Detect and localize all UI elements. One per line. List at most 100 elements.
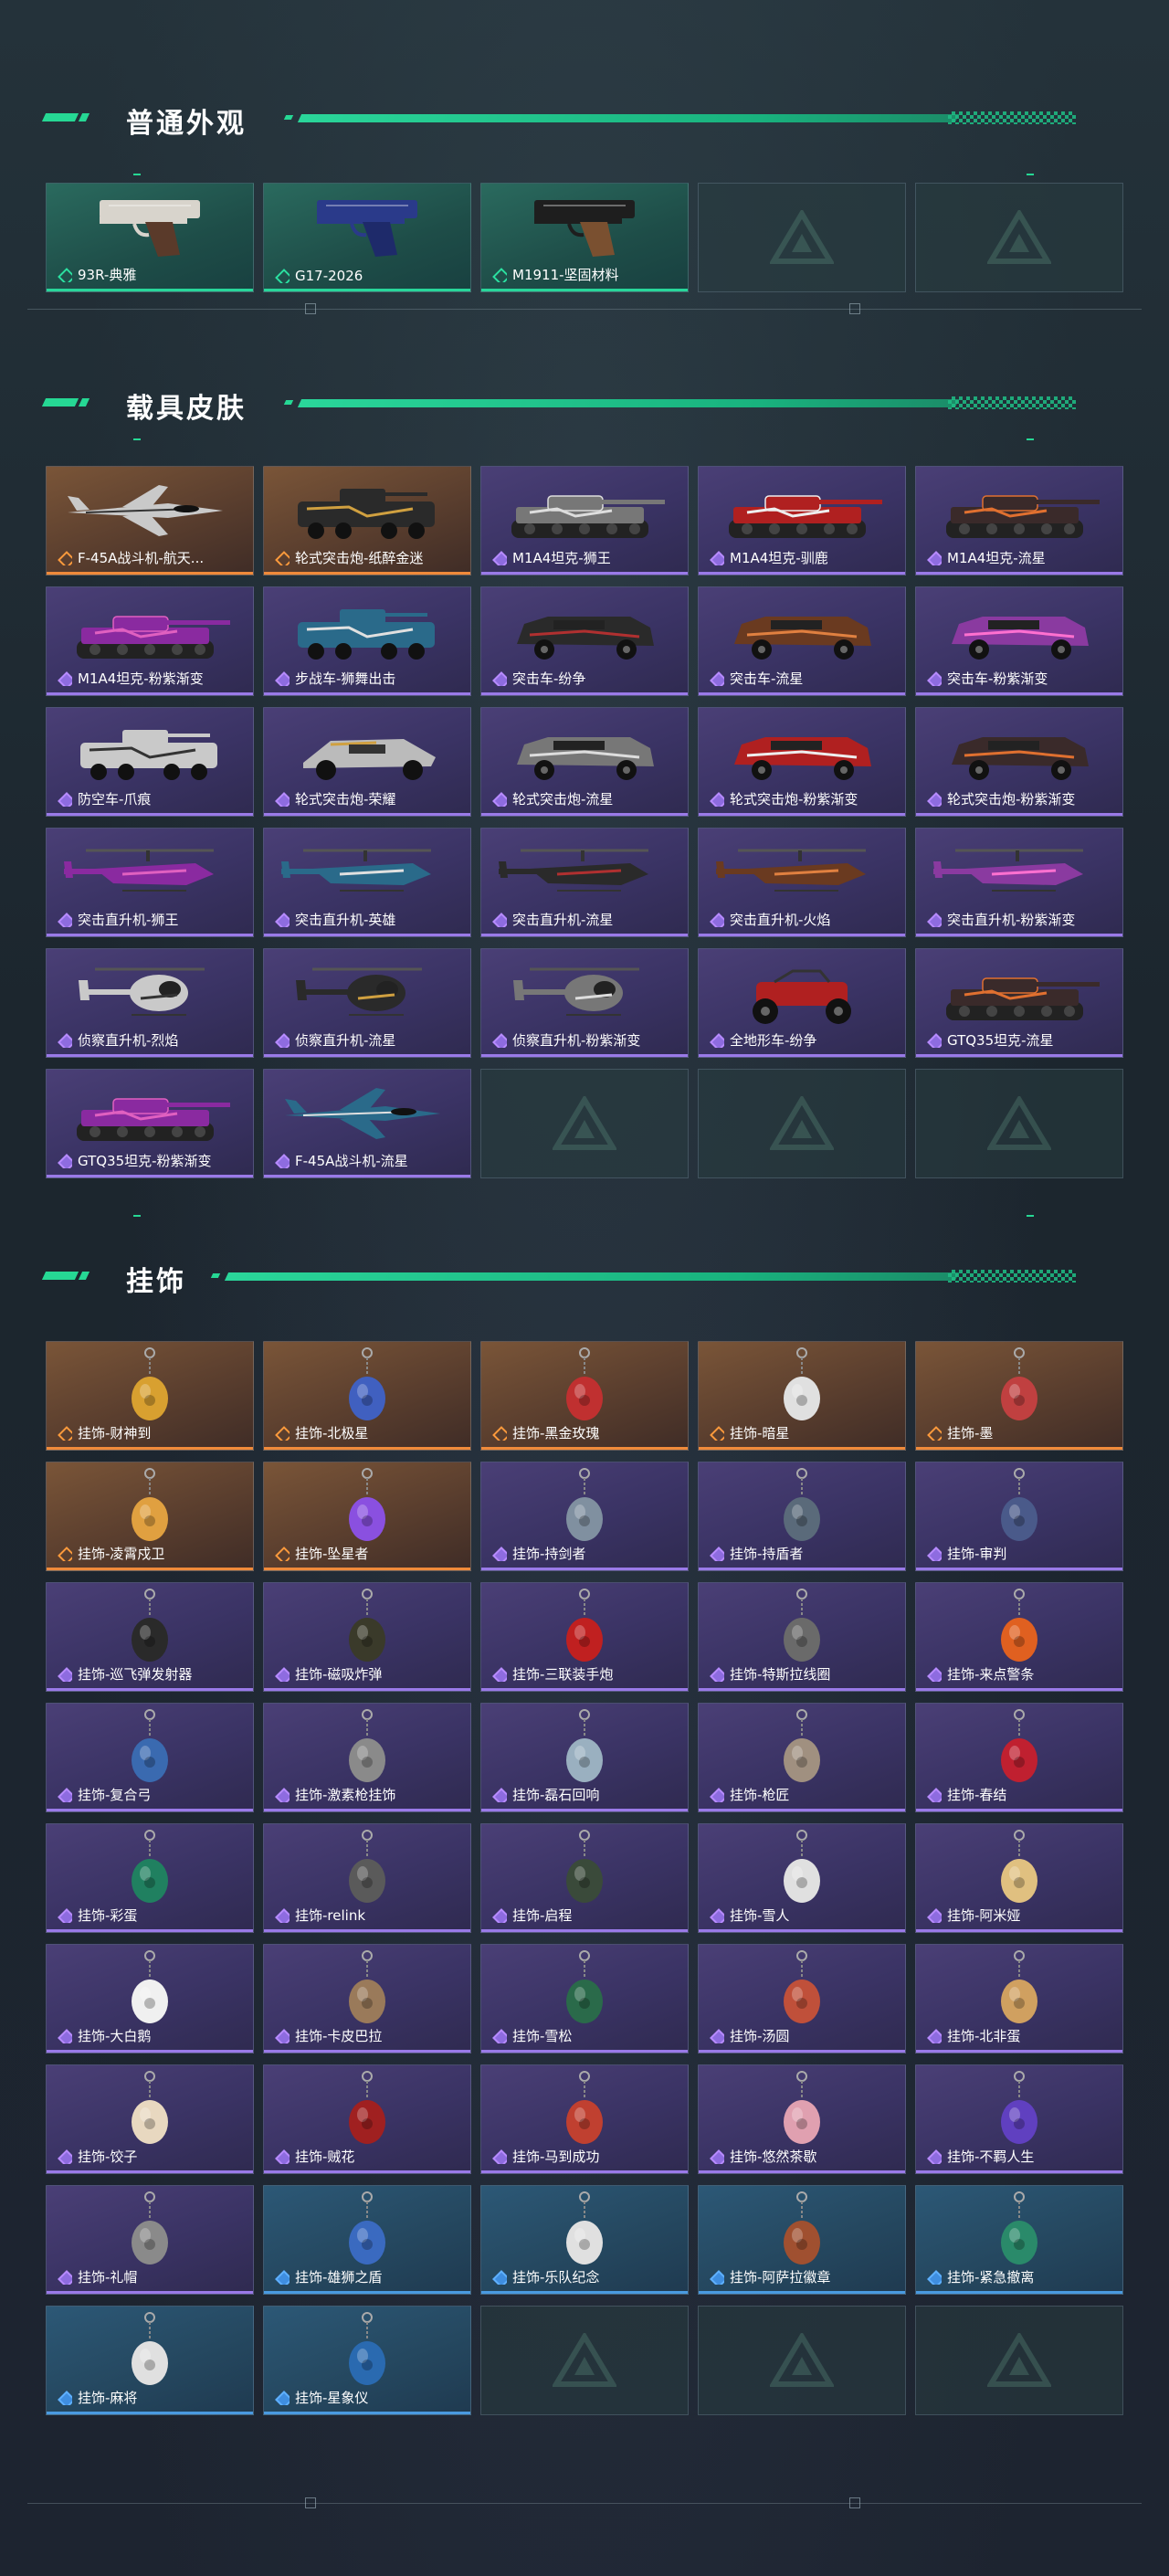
charms-item-card[interactable]: 挂饰-乐队纪念 (480, 2185, 689, 2295)
vehicle-image (58, 838, 241, 913)
vehicles-item-card[interactable]: 突击直升机-英雄 (263, 828, 471, 937)
vehicles-item-card[interactable]: M1A4坦克-流星 (915, 466, 1123, 575)
charms-item-card[interactable]: 挂饰-relink (263, 1823, 471, 1933)
charms-item-card[interactable]: 挂饰-审判 (915, 1462, 1123, 1571)
charms-item-card[interactable]: 挂饰-阿米娅 (915, 1823, 1123, 1933)
vehicles-item-card[interactable]: 轮式突击炮-流星 (480, 707, 689, 817)
charms-item-card[interactable]: 挂饰-复合弓 (46, 1703, 254, 1812)
item-name: 轮式突击炮-流星 (492, 789, 613, 808)
charms-item-card[interactable]: 挂饰-大白鹅 (46, 1944, 254, 2053)
charms-item-card[interactable]: 挂饰-启程 (480, 1823, 689, 1933)
appearance-item-card[interactable]: 93R-典雅 (46, 183, 254, 292)
vehicles-item-card[interactable]: GTQ35坦克-流星 (915, 948, 1123, 1058)
vehicles-item-card[interactable]: 全地形车-纷争 (698, 948, 906, 1058)
vehicle-image (276, 1079, 458, 1155)
item-name: 轮式突击炮-纸醉金迷 (275, 548, 423, 567)
vehicles-item-card[interactable]: 轮式突击炮-纸醉金迷 (263, 466, 471, 575)
charms-item-card[interactable]: 挂饰-持盾者 (698, 1462, 906, 1571)
vehicles-item-card[interactable]: 防空车-爪痕 (46, 707, 254, 817)
vehicles-item-card[interactable]: 突击直升机-粉紫渐变 (915, 828, 1123, 937)
vehicles-item-card[interactable]: F-45A战斗机-航天... (46, 466, 254, 575)
charms-item-card[interactable]: 挂饰-马到成功 (480, 2064, 689, 2174)
rarity-orange-icon (275, 1547, 290, 1561)
charms-item-card[interactable]: 挂饰-麻将 (46, 2306, 254, 2415)
charms-item-card[interactable]: 挂饰-凌霄戍卫 (46, 1462, 254, 1571)
charms-item-card[interactable]: 挂饰-汤圆 (698, 1944, 906, 2053)
rarity-purple-icon (58, 671, 72, 686)
vehicles-item-card[interactable]: M1A4坦克-粉紫渐变 (46, 586, 254, 696)
charms-item-card[interactable]: 挂饰-墨 (915, 1341, 1123, 1451)
charms-item-card[interactable]: 挂饰-特斯拉线圈 (698, 1582, 906, 1692)
charms-item-card[interactable]: 挂饰-暗星 (698, 1341, 906, 1451)
charms-item-card[interactable]: 挂饰-彩蛋 (46, 1823, 254, 1933)
vehicles-item-card[interactable]: 突击车-纷争 (480, 586, 689, 696)
charms-item-card[interactable]: 挂饰-黑金玫瑰 (480, 1341, 689, 1451)
charms-item-card[interactable]: 挂饰-星象仪 (263, 2306, 471, 2415)
rarity-purple-icon (492, 1788, 507, 1802)
charms-item-card[interactable]: 挂饰-礼帽 (46, 2185, 254, 2295)
rarity-bar (264, 572, 470, 575)
vehicles-item-card[interactable]: 突击车-粉紫渐变 (915, 586, 1123, 696)
header-tick (133, 438, 141, 440)
vehicles-item-card[interactable]: 轮式突击炮-粉紫渐变 (915, 707, 1123, 817)
vehicles-item-card[interactable]: 突击车-流星 (698, 586, 906, 696)
vehicles-item-card[interactable]: 突击直升机-火焰 (698, 828, 906, 937)
vehicles-item-card[interactable]: 侦察直升机-流星 (263, 948, 471, 1058)
header-right-bar (297, 114, 960, 122)
charms-item-card[interactable]: 挂饰-雄狮之盾 (263, 2185, 471, 2295)
vehicles-item-card[interactable]: 步战车-狮舞出击 (263, 586, 471, 696)
charms-item-card[interactable]: 挂饰-磁吸炸弹 (263, 1582, 471, 1692)
placeholder-logo-icon (770, 2333, 834, 2387)
item-name: 挂饰-审判 (927, 1544, 1006, 1563)
charms-item-card[interactable]: 挂饰-贼花 (263, 2064, 471, 2174)
charms-item-card[interactable]: 挂饰-饺子 (46, 2064, 254, 2174)
vehicles-item-card[interactable]: 轮式突击炮-粉紫渐变 (698, 707, 906, 817)
charms-item-card[interactable]: 挂饰-枪匠 (698, 1703, 906, 1812)
rarity-bar (264, 1054, 470, 1057)
item-name: 突击直升机-流星 (492, 910, 613, 929)
charms-item-card[interactable]: 挂饰-雪人 (698, 1823, 906, 1933)
appearance-item-card[interactable]: G17-2026 (263, 183, 471, 292)
rarity-blue-icon (492, 2270, 507, 2285)
rarity-bar (481, 1809, 688, 1811)
charms-item-card[interactable]: 挂饰-北非蛋 (915, 1944, 1123, 2053)
charms-item-card[interactable]: 挂饰-紧急撤离 (915, 2185, 1123, 2295)
charms-item-card[interactable]: 挂饰-磊石回响 (480, 1703, 689, 1812)
vehicles-item-card[interactable]: 侦察直升机-烈焰 (46, 948, 254, 1058)
header-left-bar (41, 398, 79, 406)
vehicles-item-card[interactable]: 轮式突击炮-荣耀 (263, 707, 471, 817)
vehicles-item-card[interactable]: GTQ35坦克-粉紫渐变 (46, 1069, 254, 1178)
vehicles-item-card[interactable]: 突击直升机-狮王 (46, 828, 254, 937)
rarity-bar (699, 572, 905, 575)
charms-item-card[interactable]: 挂饰-激素枪挂饰 (263, 1703, 471, 1812)
rarity-bar (47, 1175, 253, 1177)
charms-item-card[interactable]: 挂饰-三联装手炮 (480, 1582, 689, 1692)
vehicles-item-card[interactable]: F-45A战斗机-流星 (263, 1069, 471, 1178)
rarity-purple-icon (710, 1033, 724, 1048)
item-name: 挂饰-黑金玫瑰 (492, 1423, 599, 1442)
vehicles-item-card[interactable]: 侦察直升机-粉紫渐变 (480, 948, 689, 1058)
vehicles-item-card[interactable]: 突击直升机-流星 (480, 828, 689, 937)
charms-item-card[interactable]: 挂饰-巡飞弹发射器 (46, 1582, 254, 1692)
charms-item-card[interactable]: 挂饰-不羁人生 (915, 2064, 1123, 2174)
charms-item-card[interactable]: 挂饰-春结 (915, 1703, 1123, 1812)
rarity-bar (699, 1568, 905, 1570)
charms-item-card[interactable]: 挂饰-阿萨拉徽章 (698, 2185, 906, 2295)
vehicles-item-card[interactable]: M1A4坦克-驯鹿 (698, 466, 906, 575)
rarity-purple-icon (275, 913, 290, 927)
rarity-purple-icon (492, 913, 507, 927)
rarity-purple-icon (710, 1547, 724, 1561)
charms-item-card[interactable]: 挂饰-坠星者 (263, 1462, 471, 1571)
vehicles-item-card[interactable]: M1A4坦克-狮王 (480, 466, 689, 575)
charms-item-card[interactable]: 挂饰-悠然茶歇 (698, 2064, 906, 2174)
charms-grid: 挂饰-财神到 挂饰-北极星 挂饰-黑金玫瑰 挂饰-暗星 挂饰-墨 挂饰-凌霄戍卫 (46, 1341, 1123, 2415)
charms-item-card[interactable]: 挂饰-持剑者 (480, 1462, 689, 1571)
charms-item-card[interactable]: 挂饰-来点警条 (915, 1582, 1123, 1692)
appearance-item-card[interactable]: M1911-坚固材料 (480, 183, 689, 292)
charms-item-card[interactable]: 挂饰-财神到 (46, 1341, 254, 1451)
charms-item-card[interactable]: 挂饰-卡皮巴拉 (263, 1944, 471, 2053)
rarity-bar (916, 1809, 1122, 1811)
charms-item-card[interactable]: 挂饰-雪松 (480, 1944, 689, 2053)
charms-item-card[interactable]: 挂饰-北极星 (263, 1341, 471, 1451)
rarity-bar (481, 934, 688, 936)
